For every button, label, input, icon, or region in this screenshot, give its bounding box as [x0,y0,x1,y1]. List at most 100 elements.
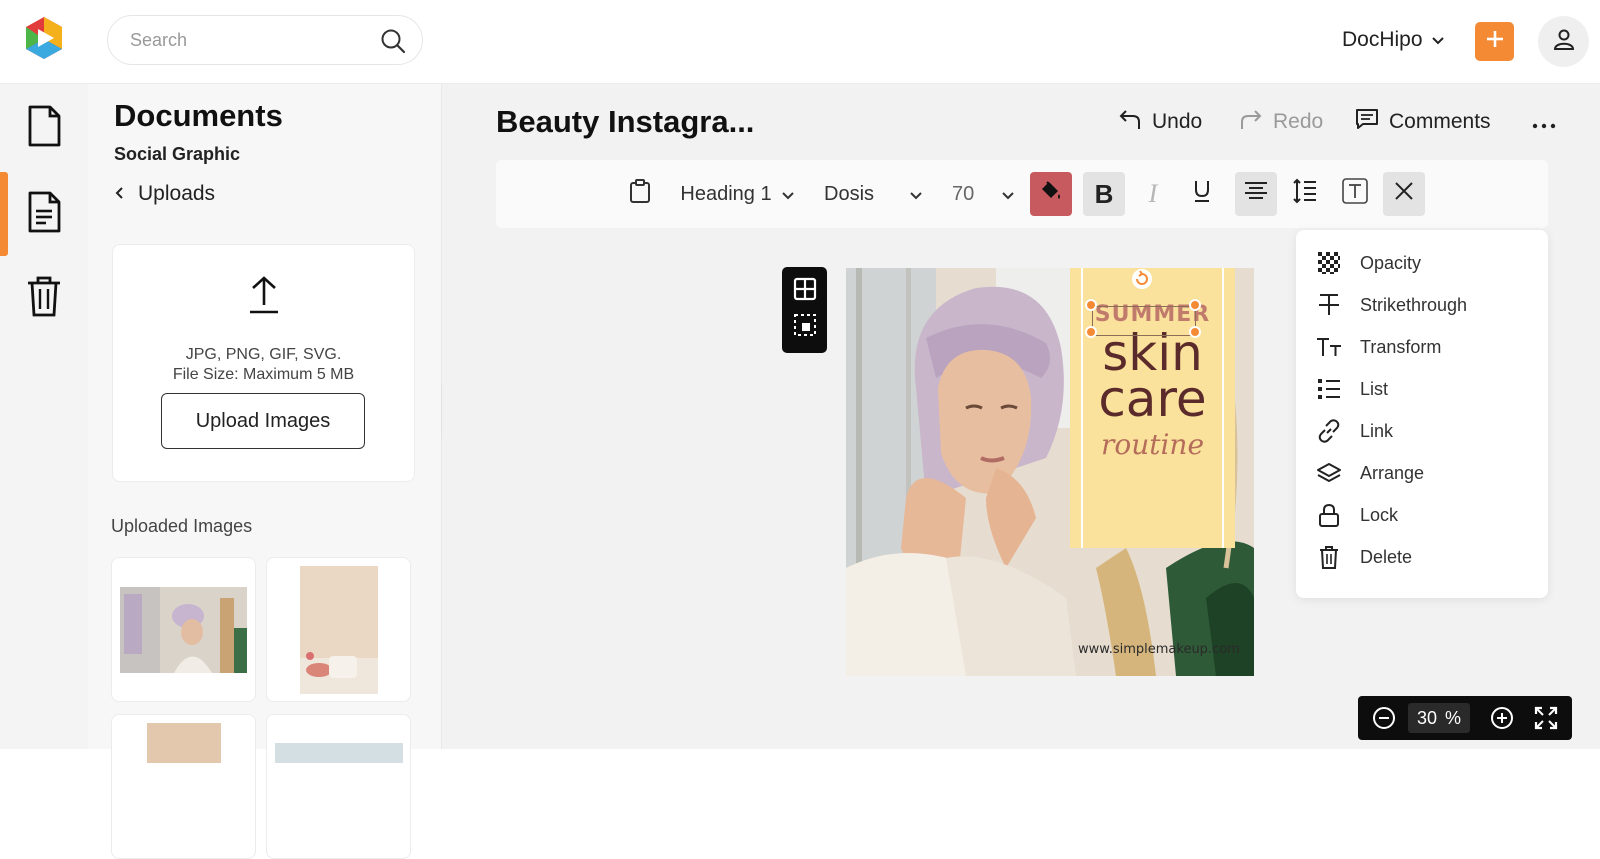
design-canvas[interactable]: SUMMER skin care routine www.simplemakeu… [846,268,1254,676]
zoom-level[interactable]: 30 % [1408,703,1470,733]
design-text-routine[interactable]: routine [1070,428,1235,461]
fullscreen-icon[interactable] [1534,706,1558,735]
close-toolbar-button[interactable] [1383,172,1425,216]
back-to-uploads[interactable]: Uploads [114,182,215,206]
chevron-down-icon [1431,28,1445,52]
upload-info: JPG, PNG, GIF, SVG. File Size: Maximum 5… [113,345,414,385]
search-icon[interactable] [380,28,406,59]
italic-button[interactable]: I [1132,172,1174,216]
resize-handle[interactable] [1085,299,1097,311]
comments-button[interactable]: Comments [1355,107,1491,137]
font-size-value: 70 [952,182,975,205]
strikethrough-icon [1316,292,1342,318]
uploaded-image-thumb[interactable] [111,714,256,859]
text-color-button[interactable] [1030,172,1072,216]
font-size-select[interactable]: 70 [948,172,1018,216]
rail-item-documents[interactable] [0,172,88,256]
create-new-button[interactable] [1475,22,1514,61]
arrange-icon [1316,460,1342,486]
editor-area: Beauty Instagra... Undo Redo Comments He… [442,84,1600,749]
underline-button[interactable] [1181,172,1223,216]
selection-box [1092,306,1196,336]
clipboard-button[interactable] [620,172,660,216]
text-style-value: Heading 1 [680,182,772,205]
zoom-in-icon[interactable] [1490,706,1514,735]
search-input[interactable] [130,16,360,64]
undo-icon [1118,107,1142,137]
menu-item-label: Opacity [1360,252,1422,273]
font-family-select[interactable]: Dosis [818,172,928,216]
panel-title: Documents [114,98,283,133]
menu-item-lock[interactable]: Lock [1316,495,1536,535]
rail-item-trash[interactable] [0,256,88,340]
opacity-icon [1316,250,1342,276]
redo-button[interactable]: Redo [1239,107,1323,137]
document-icon [26,105,62,152]
rail-item-new-document[interactable] [0,86,88,170]
upload-formats: JPG, PNG, GIF, SVG. [185,346,342,363]
text-box-button[interactable] [1334,172,1376,216]
uploaded-image-thumb[interactable] [266,557,411,702]
user-avatar-button[interactable] [1538,16,1589,67]
top-bar: DocHipo [0,0,1600,84]
menu-item-transform[interactable]: Transform [1316,327,1536,367]
uploaded-image-thumb[interactable] [266,714,411,859]
resize-handle[interactable] [1085,326,1097,338]
redo-icon [1239,107,1263,137]
panel-subtitle: Social Graphic [114,144,241,164]
menu-item-arrange[interactable]: Arrange [1316,453,1536,493]
bold-button[interactable]: B [1083,172,1125,216]
menu-item-label: Transform [1360,336,1442,357]
more-options-menu: Opacity Strikethrough Transform List Lin… [1296,230,1548,598]
text-box-icon [1342,178,1368,210]
align-center-button[interactable] [1235,172,1277,216]
resize-handle[interactable] [1189,299,1201,311]
menu-item-link[interactable]: Link [1316,411,1536,451]
menu-item-label: Link [1360,420,1394,441]
undo-button[interactable]: Undo [1118,107,1202,137]
paint-bucket-icon [1039,179,1063,209]
rotate-handle-icon[interactable] [1131,268,1153,295]
menu-item-opacity[interactable]: Opacity [1316,243,1536,283]
upload-card: JPG, PNG, GIF, SVG. File Size: Maximum 5… [112,244,415,482]
document-title[interactable]: Beauty Instagra... [496,104,754,140]
zoom-value: 30 [1416,707,1437,728]
line-spacing-button[interactable] [1284,172,1326,216]
canvas-tools [782,267,827,353]
user-icon [1552,27,1576,56]
resize-handle[interactable] [1189,326,1201,338]
trash-icon [26,275,62,322]
text-style-select[interactable]: Heading 1 [676,172,798,216]
zoom-unit: % [1445,707,1462,728]
zoom-out-icon[interactable] [1372,706,1396,735]
link-icon [1316,418,1342,444]
redo-label: Redo [1273,110,1324,133]
upload-images-button[interactable]: Upload Images [161,393,365,449]
design-website[interactable]: www.simplemakeup.com [1078,642,1240,657]
clipboard-icon [629,179,651,209]
font-family-value: Dosis [824,182,875,205]
menu-item-list[interactable]: List [1316,369,1536,409]
italic-icon: I [1148,179,1158,208]
design-text-care[interactable]: care [1070,374,1235,424]
search-box[interactable] [107,15,423,65]
bold-icon: B [1094,178,1114,209]
menu-item-label: List [1360,378,1389,399]
dochipo-logo[interactable] [22,15,66,61]
workspace-switcher[interactable]: DocHipo [1342,24,1445,56]
close-icon [1394,181,1414,207]
chevron-down-icon [781,183,794,206]
underline-icon [1192,179,1212,209]
menu-item-delete[interactable]: Delete [1316,537,1536,577]
more-options-button[interactable] [1532,112,1556,136]
lock-icon [1316,502,1342,528]
select-area-icon[interactable] [793,313,817,342]
uploaded-image-thumb[interactable] [111,557,256,702]
delete-icon [1316,544,1342,570]
menu-item-strikethrough[interactable]: Strikethrough [1316,285,1536,325]
chevron-down-icon [1002,183,1014,206]
back-label: Uploads [138,182,216,205]
uploaded-images-label: Uploaded Images [111,516,253,536]
upload-icon [248,275,280,320]
grid-icon[interactable] [793,277,817,306]
